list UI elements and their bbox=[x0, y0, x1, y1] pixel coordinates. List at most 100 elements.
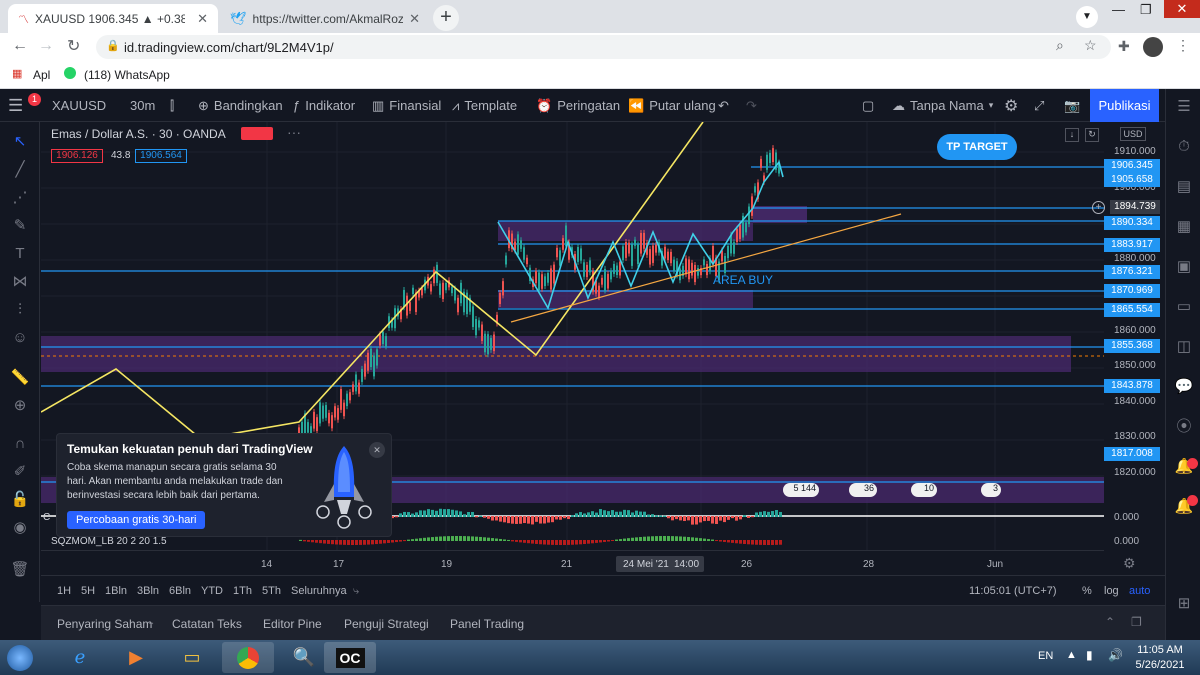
compare-button[interactable]: ⊕ Bandingkan bbox=[198, 89, 283, 122]
tp-target-callout[interactable]: TP TARGET bbox=[937, 134, 1017, 160]
fullscreen-toggle[interactable]: ▢ bbox=[862, 89, 874, 122]
taskbar-explorer[interactable]: ▭ bbox=[166, 642, 218, 673]
tab-trading-panel[interactable]: Panel Trading bbox=[450, 617, 524, 631]
taskbar-oc[interactable]: OC bbox=[324, 642, 376, 673]
layout-menu-button[interactable]: ☁ Tanpa Nama ▾ bbox=[892, 89, 993, 122]
help-icon[interactable]: ⦿ bbox=[1174, 417, 1194, 437]
lock-icon[interactable]: 🔓 bbox=[10, 490, 30, 510]
calendar-goto-icon[interactable]: ⤷ bbox=[353, 585, 359, 598]
clock-timezone[interactable]: 11:05:01 (UTC+7) bbox=[969, 585, 1057, 597]
alerts-button[interactable]: ⏰ Peringatan bbox=[536, 89, 620, 122]
alert-clock-icon[interactable]: ⏱ bbox=[1174, 137, 1194, 157]
range-5h[interactable]: 5H bbox=[81, 585, 95, 597]
tab-strategy-tester[interactable]: Penguji Strategi bbox=[344, 617, 429, 631]
ideas-icon[interactable]: ▭ bbox=[1174, 297, 1194, 317]
refresh-icon[interactable]: ↻ bbox=[1085, 128, 1099, 142]
extensions-icon[interactable]: ✚ bbox=[1118, 38, 1130, 55]
emoji-icon[interactable]: ☺ bbox=[10, 328, 30, 348]
tab-stock-screener[interactable]: Penyaring Saham bbox=[57, 617, 152, 631]
redo-button[interactable]: ↷ bbox=[746, 89, 757, 122]
layout-grid-icon[interactable]: ⊞ bbox=[1174, 594, 1194, 614]
bookmark-apps[interactable]: Apl bbox=[33, 68, 50, 82]
close-window-button[interactable]: ✕ bbox=[1164, 0, 1200, 18]
tab-text-notes[interactable]: Catatan Teks bbox=[172, 617, 242, 631]
pencil-lock-icon[interactable]: ✐ bbox=[10, 462, 30, 482]
prediction-icon[interactable]: ⫶ bbox=[10, 300, 30, 320]
volume-icon[interactable]: 🔊 bbox=[1108, 648, 1123, 662]
financials-button[interactable]: ▥ Finansial bbox=[372, 89, 441, 122]
url-bar[interactable]: 🔒 id.tradingview.com/chart/9L2M4V1p/ ⌕ ☆ bbox=[96, 35, 1111, 59]
add-alert-icon[interactable]: + bbox=[1092, 201, 1105, 214]
tab-xauusd[interactable]: 〽 XAUUSD 1906.345 ▲ +0.38% Tan ✕ bbox=[8, 4, 218, 33]
zoom-icon[interactable]: ⊕ bbox=[10, 396, 30, 416]
range-1h[interactable]: 1H bbox=[57, 585, 71, 597]
settings-button[interactable]: ⚙ bbox=[1004, 89, 1018, 122]
taskbar-ie[interactable]: ℯ bbox=[54, 642, 106, 673]
time-axis[interactable]: 14 17 19 21 24 Mei '21 14:00 26 28 Jun ⚙ bbox=[41, 550, 1136, 575]
event-flag[interactable]: 10 bbox=[911, 483, 937, 497]
symbol-search-button[interactable]: XAUUSD bbox=[52, 89, 106, 122]
list-icon[interactable]: ☰ bbox=[1174, 97, 1194, 117]
interval-button[interactable]: 30m bbox=[130, 89, 155, 122]
restore-button[interactable]: ❐ bbox=[1140, 2, 1152, 18]
forward-arrow-icon[interactable]: → bbox=[38, 37, 54, 55]
arrow-down-icon[interactable]: ↓ bbox=[1065, 128, 1079, 142]
range-6m[interactable]: 6Bln bbox=[169, 585, 191, 597]
buy-price-box[interactable]: 1906.564 bbox=[135, 149, 187, 163]
template-button[interactable]: ⩘ Template bbox=[452, 89, 517, 122]
avatar[interactable] bbox=[1143, 37, 1163, 57]
streams-icon[interactable]: ◫ bbox=[1174, 337, 1194, 357]
replay-button[interactable]: ⏪ Putar ulang bbox=[628, 89, 716, 122]
reload-icon[interactable]: ↻ bbox=[67, 36, 80, 56]
tray-date[interactable]: 5/26/2021 bbox=[1132, 659, 1188, 671]
tray-clock[interactable]: 11:05 AM bbox=[1132, 644, 1188, 656]
undo-button[interactable]: ↶ bbox=[718, 89, 729, 122]
minimize-button[interactable]: — bbox=[1112, 2, 1125, 17]
new-tab-button[interactable]: + bbox=[433, 5, 459, 31]
chevron-down-icon[interactable]: ▼ bbox=[1076, 6, 1098, 28]
more-menu-icon[interactable]: ⋮ bbox=[1176, 37, 1190, 54]
chart-type-button[interactable]: ⫿ bbox=[170, 89, 174, 122]
start-button[interactable] bbox=[0, 642, 40, 673]
more-icon[interactable]: ··· bbox=[287, 124, 301, 140]
eye-icon[interactable]: ◉ bbox=[10, 518, 30, 538]
taskbar-viewer[interactable]: 🔍 bbox=[278, 642, 330, 673]
collapse-panel-icon[interactable]: ⌃ bbox=[1105, 615, 1115, 629]
publish-button[interactable]: Publikasi bbox=[1090, 89, 1159, 122]
calendar-icon[interactable]: ▣ bbox=[1174, 257, 1194, 277]
event-flag[interactable]: 36 bbox=[849, 483, 877, 497]
close-tab-icon[interactable]: ✕ bbox=[409, 11, 420, 27]
event-flag[interactable]: 3 bbox=[981, 483, 1001, 497]
pattern-icon[interactable]: ⋈ bbox=[10, 272, 30, 292]
range-5y[interactable]: 5Th bbox=[262, 585, 281, 597]
data-window-icon[interactable]: ▤ bbox=[1174, 177, 1194, 197]
main-menu-button[interactable]: ☰ bbox=[8, 89, 23, 122]
magnet-icon[interactable]: ∩ bbox=[10, 434, 30, 454]
ruler-icon[interactable]: 📏 bbox=[10, 368, 30, 388]
range-3m[interactable]: 3Bln bbox=[137, 585, 159, 597]
percent-toggle[interactable]: % bbox=[1082, 585, 1092, 597]
range-1y[interactable]: 1Th bbox=[233, 585, 252, 597]
brush-icon[interactable]: ✎ bbox=[10, 216, 30, 236]
tab-pine-editor[interactable]: Editor Pine bbox=[263, 617, 322, 631]
expand-button[interactable]: ⤢ bbox=[1034, 89, 1044, 122]
close-tab-icon[interactable]: ✕ bbox=[197, 11, 208, 27]
taskbar-chrome[interactable] bbox=[222, 642, 274, 673]
cursor-icon[interactable]: ↖ bbox=[10, 132, 30, 152]
fib-icon[interactable]: ⋰ bbox=[10, 188, 30, 208]
gear-icon[interactable]: ⚙ bbox=[1123, 555, 1136, 572]
taskbar-media[interactable]: ▶ bbox=[110, 642, 162, 673]
indicators-button[interactable]: ƒ Indikator bbox=[293, 89, 355, 122]
language-indicator[interactable]: EN bbox=[1038, 650, 1053, 662]
bookmark-whatsapp[interactable]: (118) WhatsApp bbox=[84, 68, 170, 82]
log-toggle[interactable]: log bbox=[1104, 585, 1119, 597]
hotlist-icon[interactable]: ▦ bbox=[1174, 217, 1194, 237]
free-trial-button[interactable]: Percobaan gratis 30-hari bbox=[67, 511, 206, 529]
range-ytd[interactable]: YTD bbox=[201, 585, 223, 597]
text-tool-icon[interactable]: T bbox=[10, 244, 30, 264]
maximize-panel-icon[interactable]: ❐ bbox=[1131, 615, 1142, 629]
star-icon[interactable]: ☆ bbox=[1084, 37, 1097, 54]
trend-line-icon[interactable]: ╱ bbox=[10, 160, 30, 180]
price-axis[interactable]: USD 1910.000 1900.000 1880.000 1860.000 … bbox=[1092, 122, 1164, 550]
sell-price-box[interactable]: 1906.126 bbox=[51, 149, 103, 163]
